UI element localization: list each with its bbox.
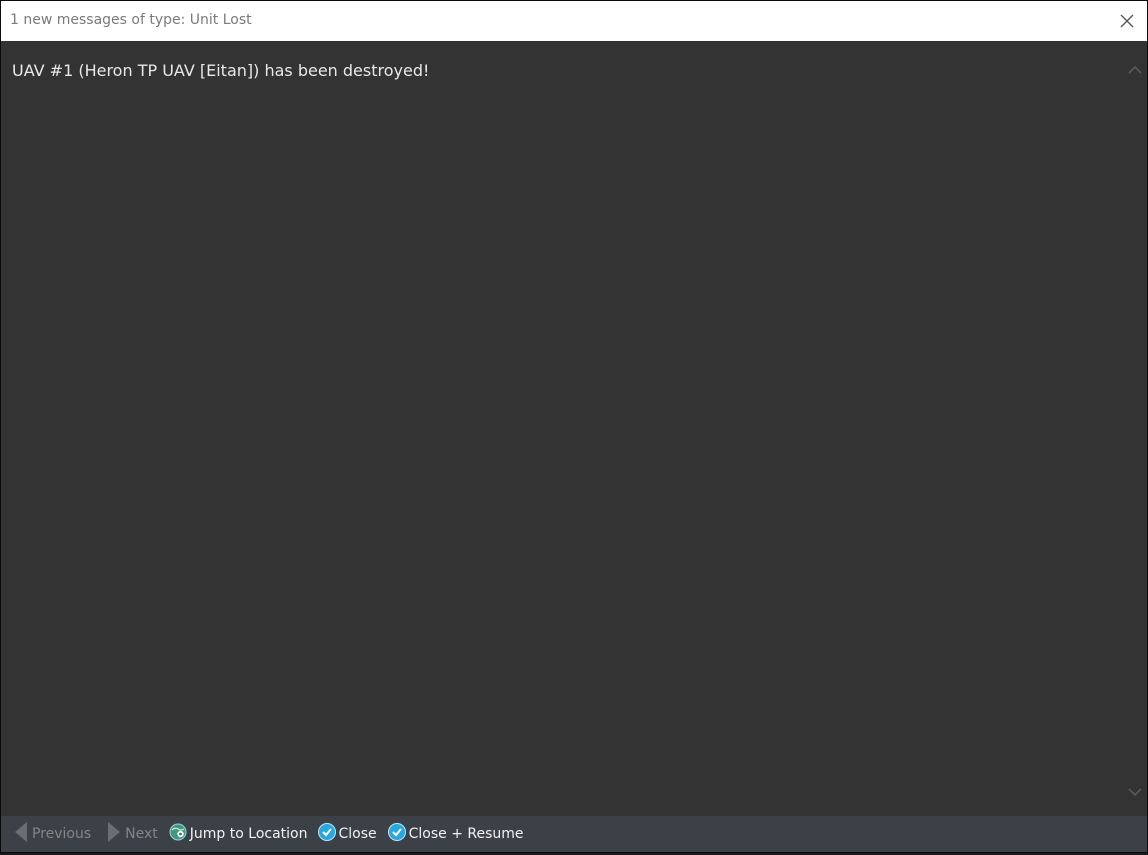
arrow-left-icon	[13, 820, 29, 848]
next-label: Next	[125, 826, 158, 842]
scroll-down-icon[interactable]	[1127, 783, 1143, 797]
globe-locate-icon	[169, 823, 187, 845]
jump-to-location-button[interactable]: Jump to Location	[169, 816, 308, 852]
close-resume-button[interactable]: Close + Resume	[387, 816, 524, 852]
check-circle-icon	[387, 823, 406, 845]
arrow-right-icon	[106, 820, 122, 848]
scroll-up-icon[interactable]	[1127, 61, 1143, 74]
previous-button[interactable]: Previous	[13, 816, 91, 852]
close-icon[interactable]	[1117, 11, 1137, 31]
close-resume-label: Close + Resume	[408, 826, 524, 842]
title-bar: 1 new messages of type: Unit Lost	[1, 1, 1147, 41]
message-content: UAV #1 (Heron TP UAV [Eitan]) has been d…	[1, 41, 1147, 816]
message-window: 1 new messages of type: Unit Lost UAV #1…	[0, 0, 1148, 853]
close-button[interactable]: Close	[317, 816, 377, 852]
previous-label: Previous	[32, 826, 92, 842]
message-text: UAV #1 (Heron TP UAV [Eitan]) has been d…	[12, 61, 430, 80]
next-button[interactable]: Next	[106, 816, 158, 852]
jump-label: Jump to Location	[189, 826, 308, 842]
bottom-toolbar: Previous Next Jump to Location Close Clo…	[1, 816, 1147, 852]
check-circle-icon	[317, 823, 336, 845]
close-label: Close	[338, 826, 377, 842]
window-title: 1 new messages of type: Unit Lost	[10, 12, 252, 28]
